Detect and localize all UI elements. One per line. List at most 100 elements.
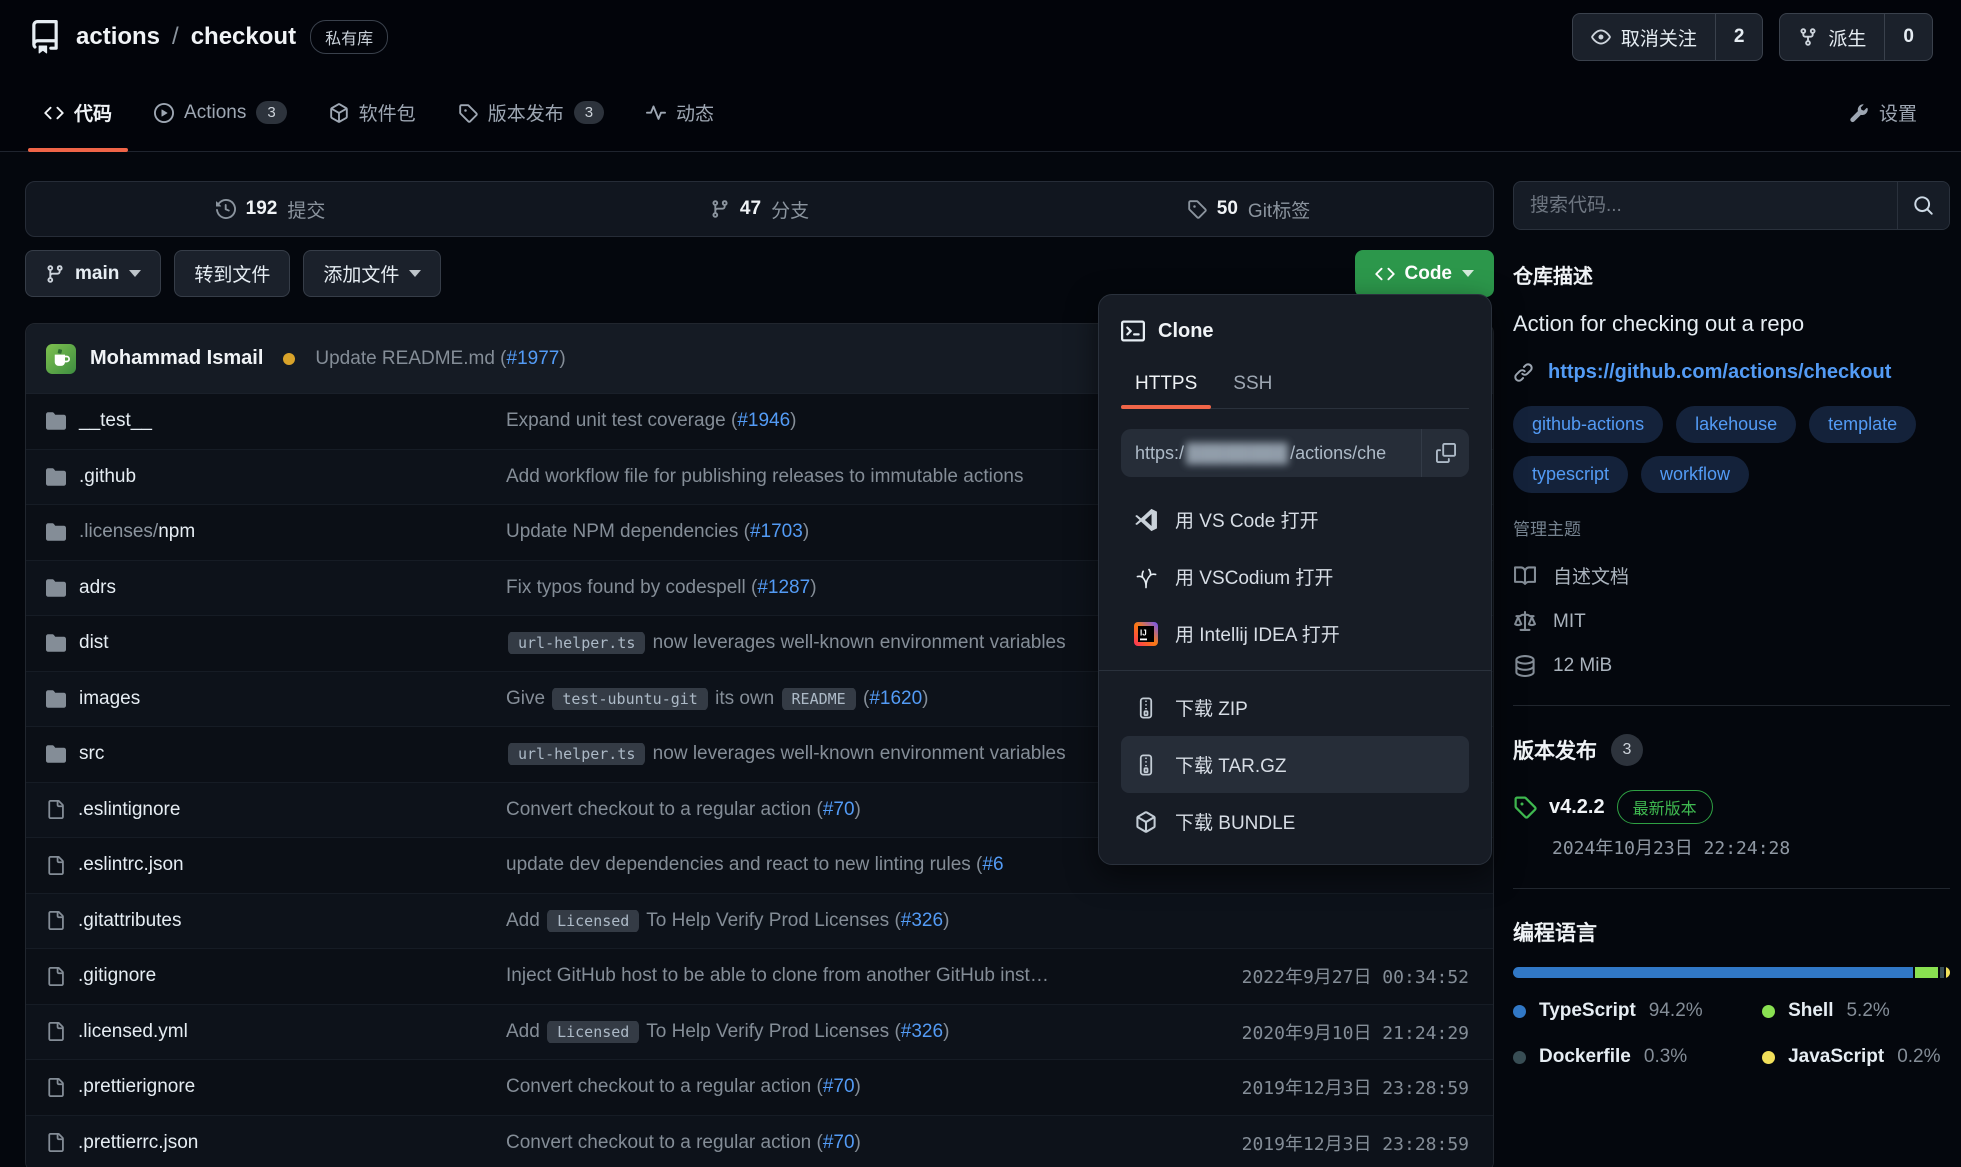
language-legend-item[interactable]: Dockerfile 0.3% [1513,1046,1762,1068]
releases-heading[interactable]: 版本发布 [1513,735,1597,765]
message-text: Update NPM dependencies ( [506,521,750,542]
download-item[interactable]: 下载 BUNDLE [1121,793,1469,850]
message-text: ) [810,577,816,598]
open-in-idea-item[interactable]: IJ用 Intellij IDEA 打开 [1121,605,1469,662]
file-name[interactable]: .prettierignore [78,1076,195,1098]
meta-law[interactable]: MIT [1513,611,1950,633]
topic-workflow[interactable]: workflow [1641,456,1749,493]
ci-status-icon[interactable] [283,353,295,365]
repo-meta-list: 自述文档 MIT 12 MiB [1513,562,1950,677]
issue-link[interactable]: #1287 [757,577,810,598]
file-name[interactable]: .github [79,466,136,488]
manage-topics-link[interactable]: 管理主题 [1513,515,1581,540]
forks-count[interactable]: 0 [1884,14,1932,60]
issue-link[interactable]: #6 [982,854,1003,875]
file-name[interactable]: __test__ [79,410,152,432]
issue-link[interactable]: #1946 [737,410,790,431]
watchers-count[interactable]: 2 [1715,14,1763,60]
language-legend-item[interactable]: Shell 5.2% [1762,1000,1950,1022]
language-legend-item[interactable]: JavaScript 0.2% [1762,1046,1950,1068]
issue-link[interactable]: #326 [901,1021,943,1042]
meta-database[interactable]: 12 MiB [1513,655,1950,677]
branch-selector[interactable]: main [25,250,161,297]
clone-tab-ssh[interactable]: SSH [1219,363,1286,408]
issue-link[interactable]: #70 [823,1132,855,1153]
open-in-vscodium-item[interactable]: 用 VSCodium 打开 [1121,548,1469,605]
clone-tab-https[interactable]: HTTPS [1121,363,1211,408]
topic-lakehouse[interactable]: lakehouse [1676,406,1796,443]
tab-packages[interactable]: 软件包 [313,74,432,151]
repo-website-link[interactable]: https://github.com/actions/checkout [1548,361,1891,384]
file-row[interactable]: .gitattributes Add Licensed To Help Veri… [26,894,1493,950]
avatar[interactable] [46,344,76,374]
code-button[interactable]: Code [1355,250,1495,297]
clone-url-redacted: ████████ [1186,443,1288,464]
file-row[interactable]: .prettierignore Convert checkout to a re… [26,1060,1493,1116]
file-name[interactable]: .gitignore [78,965,156,987]
unwatch-button[interactable]: 取消关注 2 [1572,13,1764,61]
search-button[interactable] [1897,182,1949,229]
issue-link[interactable]: #1620 [869,688,922,709]
menu-item-label: 用 VSCodium 打开 [1175,563,1333,590]
tab-code[interactable]: 代码 [28,74,128,151]
file-name[interactable]: .licensed.yml [78,1021,188,1043]
file-icon [46,911,65,930]
language-legend-item[interactable]: TypeScript 94.2% [1513,1000,1762,1022]
file-name[interactable]: src [79,743,104,765]
file-name[interactable]: adrs [79,577,116,599]
stat-提交[interactable]: 192提交 [26,182,515,236]
topic-template[interactable]: template [1809,406,1916,443]
code-search-input[interactable] [1514,182,1897,229]
file-row[interactable]: .gitignore Inject GitHub host to be able… [26,949,1493,1005]
copy-url-button[interactable] [1421,429,1469,477]
file-name[interactable]: dist [79,632,109,654]
unwatch-label-seg[interactable]: 取消关注 [1573,14,1715,60]
commit-author[interactable]: Mohammad Ismail [90,347,263,370]
stat-Git标签[interactable]: 50Git标签 [1004,182,1493,236]
file-name[interactable]: .prettierrc.json [78,1132,198,1154]
repo-owner-link[interactable]: actions [76,23,160,51]
file-name[interactable]: .gitattributes [78,910,182,932]
code-icon [44,103,64,123]
language-bar[interactable] [1513,967,1950,978]
clone-protocol-tabs: HTTPSSSH [1121,363,1469,409]
issue-link[interactable]: #1703 [750,521,803,542]
release-version[interactable]: v4.2.2 [1549,796,1605,819]
tab-releases[interactable]: 版本发布3 [442,74,620,151]
clone-url-input[interactable]: https:/ ████████ /actions/che [1121,429,1421,477]
issue-link[interactable]: #70 [823,1076,855,1097]
topic-github-actions[interactable]: github-actions [1513,406,1663,443]
tab-actions[interactable]: Actions3 [138,74,303,151]
repo-name-link[interactable]: checkout [191,23,296,51]
file-row[interactable]: .prettierrc.json Convert checkout to a r… [26,1116,1493,1167]
fork-label-seg[interactable]: 派生 [1780,14,1884,60]
issue-link[interactable]: #70 [823,799,855,820]
issue-link[interactable]: #1977 [507,348,560,369]
topic-typescript[interactable]: typescript [1513,456,1628,493]
file-row[interactable]: .licensed.yml Add Licensed To Help Verif… [26,1005,1493,1061]
file-commit-message: Add Licensed To Help Verify Prod License… [506,910,1173,932]
file-commit-message: Add workflow file for publishing release… [506,466,1173,488]
code-chip: url-helper.ts [508,743,645,765]
download-item[interactable]: 下载 TAR.GZ [1121,736,1469,793]
file-icon [46,1133,65,1152]
stat-分支[interactable]: 47分支 [515,182,1004,236]
tab-activity[interactable]: 动态 [630,74,730,151]
add-file-button[interactable]: 添加文件 [303,250,441,297]
download-item[interactable]: 下载 ZIP [1121,679,1469,736]
file-name[interactable]: .eslintignore [78,799,180,821]
file-commit-date: 2019年12月3日 23:28:59 [1173,1130,1493,1156]
open-in-vscode-item[interactable]: 用 VS Code 打开 [1121,491,1469,548]
folder-icon [46,411,66,431]
fork-label: 派生 [1828,24,1866,51]
fork-button[interactable]: 派生 0 [1779,13,1933,61]
goto-file-button[interactable]: 转到文件 [174,250,290,297]
issue-link[interactable]: #326 [901,910,943,931]
idea-icon: IJ [1133,622,1159,646]
meta-book[interactable]: 自述文档 [1513,562,1950,589]
tab-settings[interactable]: 设置 [1833,74,1933,151]
file-name[interactable]: .eslintrc.json [78,854,184,876]
file-name[interactable]: .licenses/npm [79,521,195,543]
file-name[interactable]: images [79,688,140,710]
wrench-icon [1849,103,1869,123]
